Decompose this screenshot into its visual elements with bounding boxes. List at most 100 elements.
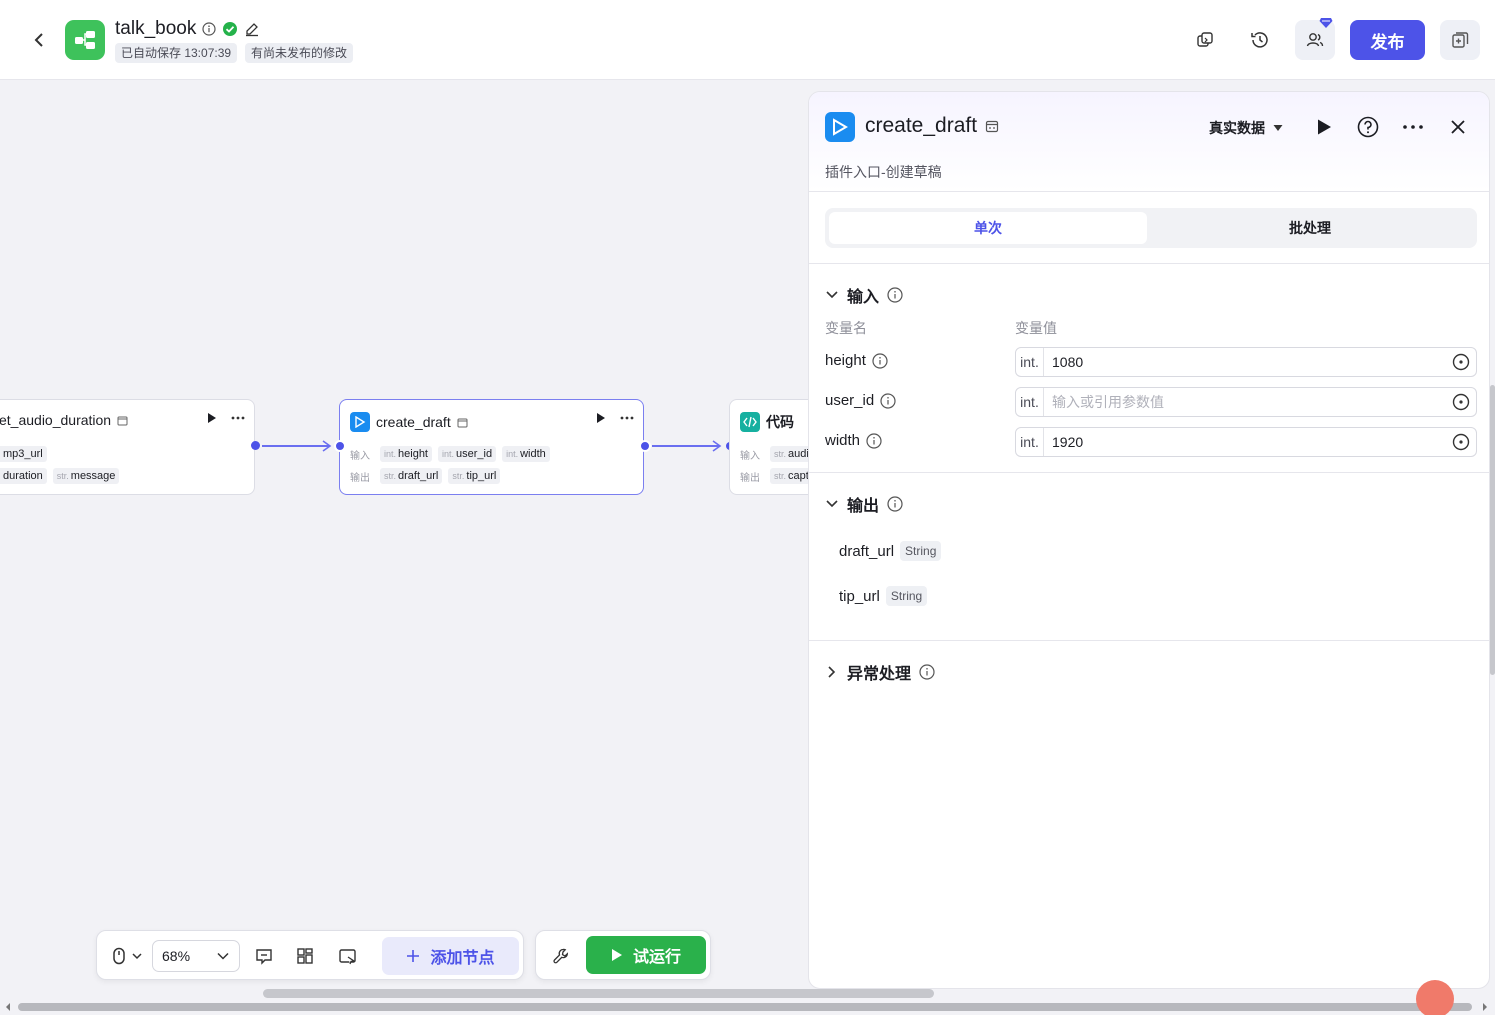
auto-layout-button[interactable] — [292, 943, 318, 969]
node-input-chip: str.audio — [770, 446, 808, 462]
chevron-right-icon — [828, 666, 836, 678]
connection-line[interactable] — [652, 445, 720, 447]
input-section-header[interactable]: 输入 — [825, 283, 903, 307]
data-mode-select[interactable]: 真实数据 — [1209, 118, 1283, 138]
play-icon — [611, 949, 622, 961]
run-icon[interactable] — [1316, 118, 1332, 136]
node-get-audio-duration[interactable]: et_audio_duration mp3_url duration str. m… — [0, 399, 255, 495]
reference-icon — [1452, 393, 1470, 411]
node-output-chip: duration — [0, 468, 47, 484]
edit-icon[interactable] — [244, 21, 260, 37]
reference-icon — [1452, 433, 1470, 451]
info-icon[interactable] — [202, 22, 216, 36]
copy-button[interactable] — [1185, 20, 1225, 60]
chevron-left-icon — [34, 33, 43, 47]
input-port[interactable] — [334, 440, 346, 452]
column-header-name: 变量名 — [825, 320, 867, 336]
input-field-user-id[interactable]: int. 输入或引用参数值 — [1015, 387, 1477, 417]
vertical-scrollbar[interactable] — [1490, 385, 1495, 675]
input-value[interactable]: 1920 — [1044, 434, 1446, 450]
layout-toggle-button[interactable] — [1440, 20, 1480, 60]
divider — [809, 472, 1489, 473]
info-icon — [872, 352, 888, 369]
info-icon — [887, 496, 903, 512]
node-input-label: 输入 — [740, 450, 760, 462]
node-code[interactable]: 代码 输入 str.audio 输出 str.capti — [729, 399, 808, 495]
comment-icon — [256, 949, 272, 965]
chevron-down-icon — [132, 953, 142, 960]
node-title: create_draft — [376, 414, 451, 430]
reference-variable-button[interactable] — [1446, 393, 1476, 411]
code-node-icon — [740, 412, 760, 432]
arrow-head-icon — [322, 440, 332, 452]
back-button[interactable] — [28, 29, 50, 51]
grid-layout-icon — [297, 948, 313, 964]
panel-header: create_draft 真实数据 插件入口-创建草稿 — [809, 92, 1489, 192]
node-input-chip: mp3_url — [0, 446, 47, 462]
plugin-store-icon — [985, 120, 999, 133]
reference-variable-button[interactable] — [1446, 433, 1476, 451]
debug-tools-button[interactable] — [548, 943, 574, 969]
node-output-chip: str.capti — [770, 468, 808, 484]
input-placeholder[interactable]: 输入或引用参数值 — [1044, 392, 1446, 412]
output-variable: draft_url String — [839, 541, 942, 561]
copy-icon — [1197, 32, 1213, 47]
input-field-height[interactable]: int. 1080 — [1015, 347, 1477, 377]
capcut-icon — [833, 118, 848, 136]
panel-icon — [1452, 32, 1469, 48]
node-input-chip: int. width — [502, 446, 550, 462]
run-mode-tabs: 单次 批处理 — [825, 208, 1477, 248]
output-port[interactable] — [639, 440, 651, 452]
node-output-label: 输出 — [740, 472, 760, 484]
history-button[interactable] — [1240, 20, 1280, 60]
chevron-down-icon — [217, 952, 229, 960]
interaction-mode-button[interactable] — [107, 943, 147, 969]
plugin-icon — [350, 412, 370, 432]
run-node-icon[interactable] — [596, 412, 606, 424]
wrench-icon — [553, 948, 569, 964]
close-icon[interactable] — [1450, 119, 1466, 135]
add-node-button[interactable]: 添加节点 — [382, 937, 519, 975]
output-port[interactable] — [251, 441, 260, 450]
autosave-status: 已自动保存 13:07:39 — [115, 43, 238, 63]
run-node-icon[interactable] — [207, 412, 217, 424]
output-section-header[interactable]: 输出 — [825, 492, 903, 516]
info-icon — [880, 392, 896, 409]
more-icon[interactable] — [620, 416, 634, 420]
column-header-value: 变量值 — [1015, 320, 1057, 336]
scroll-right-icon[interactable] — [1481, 1002, 1489, 1012]
plugin-store-icon — [117, 416, 128, 425]
zoom-select[interactable]: 68% — [152, 940, 240, 972]
tab-single[interactable]: 单次 — [829, 212, 1147, 244]
node-create-draft[interactable]: create_draft 输入 int. height int. user_id i… — [339, 399, 644, 495]
collaborators-button[interactable] — [1295, 18, 1335, 60]
zoom-value: 68% — [162, 948, 191, 964]
publish-button[interactable]: 发布 — [1350, 20, 1425, 60]
input-field-width[interactable]: int. 1920 — [1015, 427, 1477, 457]
capcut-icon — [355, 416, 366, 428]
exception-section-header[interactable]: 异常处理 — [825, 660, 935, 684]
workflow-canvas[interactable]: et_audio_duration mp3_url duration str. m… — [0, 81, 808, 1001]
horizontal-scrollbar[interactable] — [18, 1003, 1472, 1011]
canvas-scrollbar[interactable] — [263, 989, 934, 998]
more-icon[interactable] — [231, 416, 245, 420]
comment-button[interactable] — [251, 943, 277, 969]
minimap-button[interactable] — [335, 943, 361, 969]
type-tag: int. — [1016, 348, 1044, 376]
caret-down-icon — [1273, 125, 1283, 131]
more-icon[interactable] — [1403, 125, 1423, 129]
reference-variable-button[interactable] — [1446, 353, 1476, 371]
plus-icon — [407, 950, 420, 962]
connection-line[interactable] — [262, 445, 330, 447]
unpublished-status: 有尚未发布的修改 — [245, 43, 354, 63]
input-var-name: height — [825, 352, 888, 369]
input-value[interactable]: 1080 — [1044, 354, 1446, 370]
scroll-left-icon[interactable] — [4, 1002, 12, 1012]
assistant-mascot-icon[interactable] — [1416, 980, 1454, 1015]
plugin-store-icon — [457, 418, 468, 427]
test-run-button[interactable]: 试运行 — [586, 936, 706, 974]
help-icon[interactable] — [1357, 116, 1379, 138]
panel-title: create_draft — [865, 114, 978, 137]
chevron-down-icon — [826, 500, 838, 508]
tab-batch[interactable]: 批处理 — [1151, 212, 1469, 244]
